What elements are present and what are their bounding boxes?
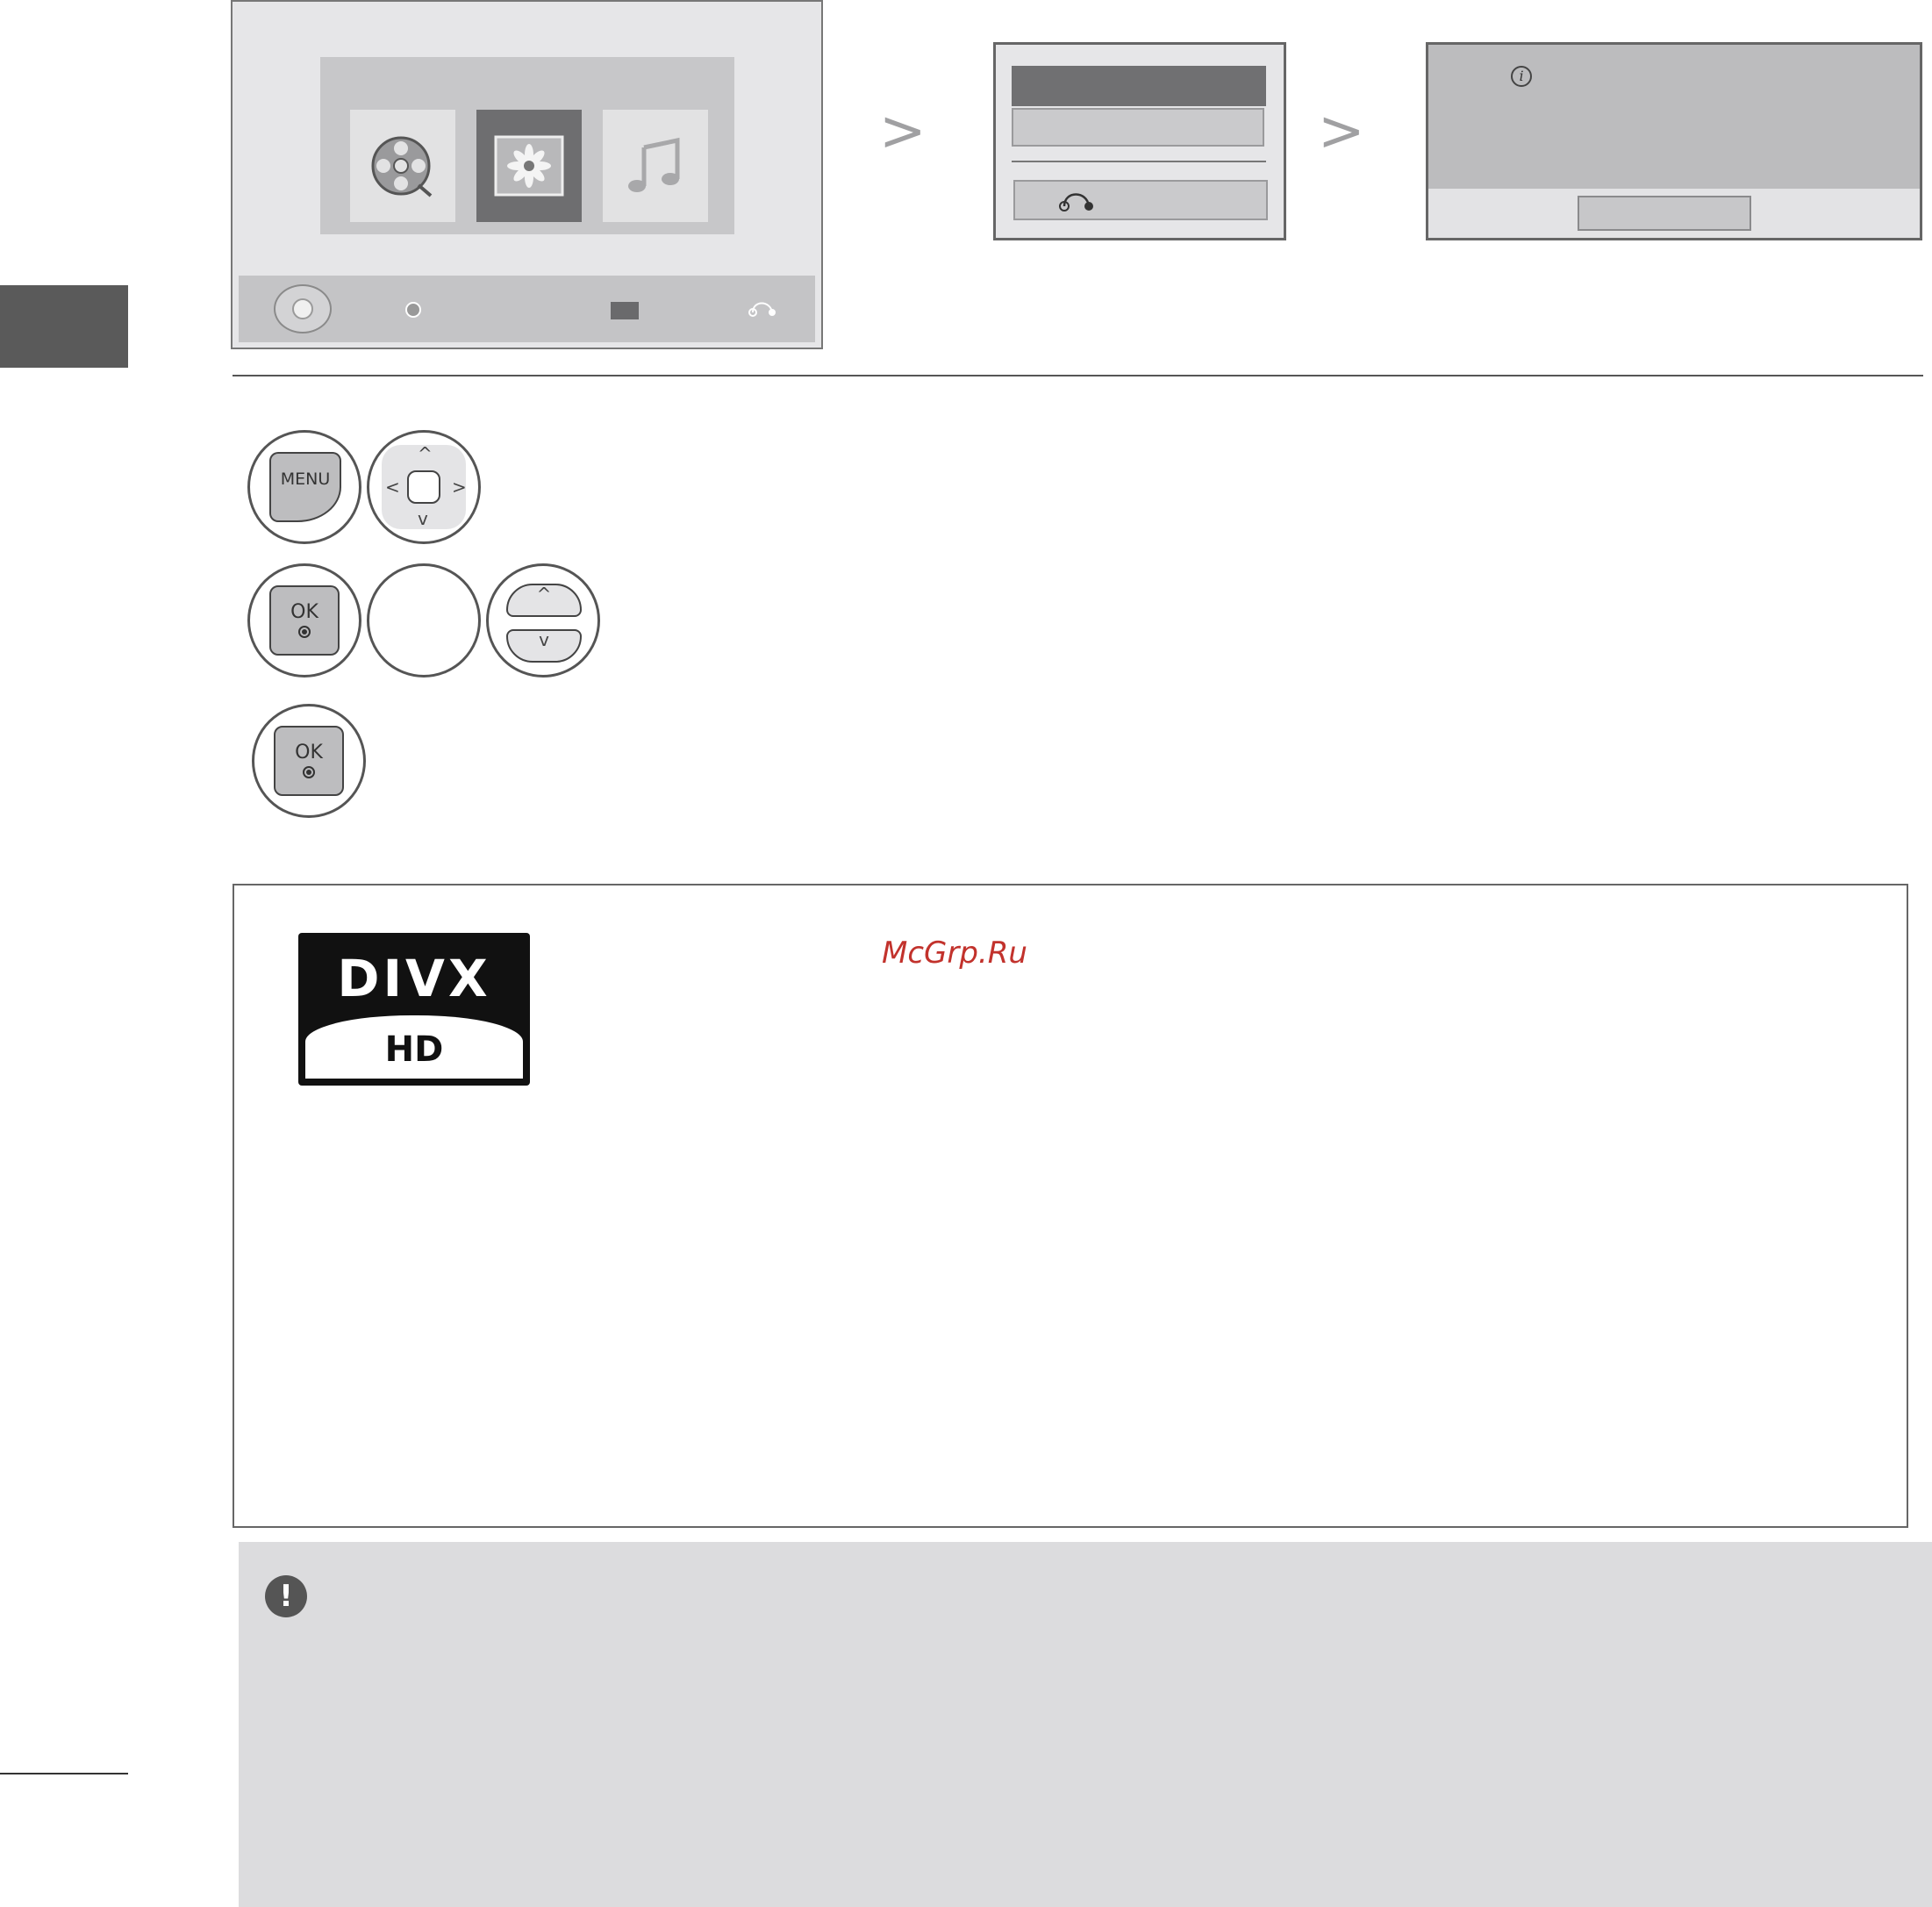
navigation-joystick-icon — [274, 284, 332, 333]
submenu-divider — [1012, 161, 1266, 162]
music-note-icon — [628, 137, 680, 192]
film-reel-icon — [371, 136, 433, 197]
ok-hint-icon — [405, 302, 421, 318]
info-icon: i — [1511, 66, 1532, 87]
chevron-up-icon: ^ — [536, 584, 552, 605]
up-key: ^ — [506, 584, 582, 617]
navigation-hint-bar — [239, 276, 815, 342]
ok-key: OK — [269, 585, 340, 656]
note-box: ! — [239, 1542, 1932, 1907]
ok-dot-icon — [303, 766, 315, 778]
exclamation-icon: ! — [265, 1575, 307, 1617]
divx-hd-logo: DIVX HD — [298, 933, 530, 1086]
navigation-pad-illustration: ^ v < > — [367, 430, 481, 544]
ok-dot-icon — [298, 626, 311, 638]
divx-logo-hd: HD — [384, 1029, 444, 1070]
chevron-up-icon: ^ — [418, 443, 433, 464]
step-arrow-1: > — [879, 99, 927, 164]
ok-button-illustration-2: OK — [252, 704, 366, 818]
blank-button-illustration — [367, 563, 481, 677]
ok-button-illustration: OK — [247, 563, 361, 677]
menu-key: MENU — [269, 452, 341, 522]
info-dialog-screen: i — [1426, 42, 1922, 240]
watermark: McGrp.Ru — [882, 936, 1027, 971]
ok-key-label: OK — [290, 601, 318, 623]
submenu-screen — [993, 42, 1286, 240]
joystick-center — [292, 298, 313, 319]
submenu-return-button[interactable] — [1013, 180, 1268, 220]
chevron-left-icon: < — [385, 477, 400, 498]
submenu-item-selected[interactable] — [1012, 66, 1266, 106]
nav-pad-center — [407, 470, 440, 504]
photo-tile[interactable] — [476, 110, 582, 222]
page-number-rule — [0, 1773, 128, 1774]
movie-tile[interactable] — [350, 110, 455, 222]
music-tile[interactable] — [603, 110, 708, 222]
back-arrow-icon — [748, 302, 776, 317]
media-menu-screen — [231, 0, 823, 349]
menu-key-label: MENU — [280, 470, 331, 489]
dialog-close-button[interactable] — [1578, 196, 1751, 231]
chevron-right-icon: > — [452, 477, 467, 498]
chevron-down-icon: v — [539, 629, 549, 650]
submenu-item[interactable] — [1012, 108, 1264, 147]
step-arrow-2: > — [1318, 99, 1365, 164]
chapter-tab — [0, 285, 128, 368]
down-key: v — [506, 629, 582, 663]
media-type-panel — [320, 57, 734, 234]
ok-key: OK — [274, 726, 344, 796]
back-arrow-icon — [1059, 193, 1093, 211]
menu-button-illustration: MENU — [247, 430, 361, 544]
ok-key-label: OK — [295, 742, 323, 764]
chevron-down-icon: v — [418, 508, 428, 529]
photo-icon — [494, 135, 564, 197]
divx-logo-word: DIVX — [337, 949, 491, 1008]
color-key-hint-icon — [611, 302, 639, 319]
up-down-button-illustration: ^ v — [486, 563, 600, 677]
section-divider — [233, 375, 1923, 376]
